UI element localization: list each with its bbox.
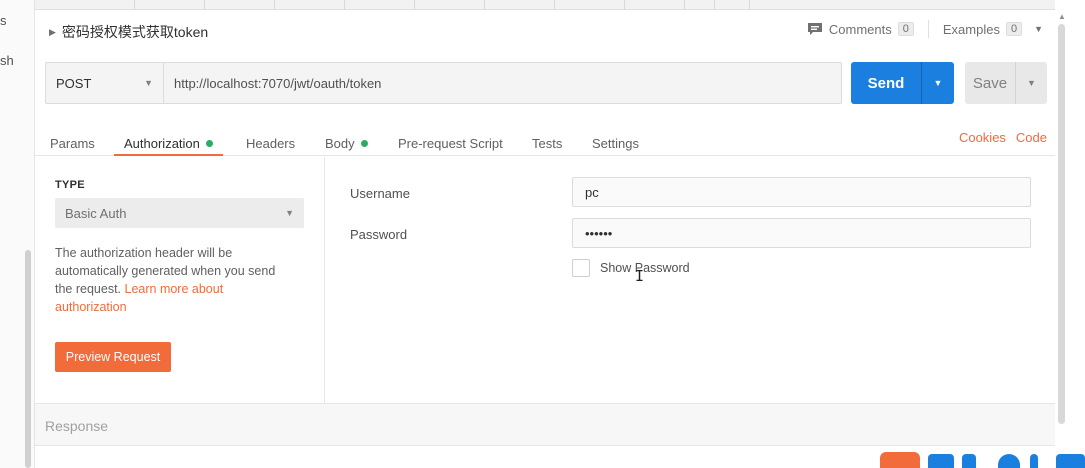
header-actions: Comments 0 Examples 0 ▼ [807,20,1043,38]
tab-links: Cookies Code [959,130,1047,145]
request-name: 密码授权模式获取token [61,24,209,40]
chevron-down-icon[interactable]: ▼ [1034,24,1043,34]
request-tab[interactable] [715,0,750,10]
send-label[interactable]: Send [851,62,921,104]
brand-logo-icon [880,452,920,468]
watermark-glyph-icon [1030,454,1038,468]
url-bar: POST ▼ [45,62,842,104]
tab-label: Authorization [124,135,200,151]
tab-authorization[interactable]: Authorization [114,130,223,156]
header-divider [927,20,929,38]
watermark-glyph-icon [962,454,976,468]
overlay-watermark [880,452,1085,468]
request-tab[interactable] [345,0,415,10]
tab-label: Params [50,135,95,151]
cookies-link[interactable]: Cookies [959,130,1006,145]
request-tab[interactable] [65,0,135,10]
username-field[interactable] [572,177,1031,207]
comment-icon[interactable] [807,22,823,36]
auth-description: The authorization header will be automat… [55,244,295,316]
tab-body[interactable]: Body [325,130,368,156]
save-label[interactable]: Save [965,62,1015,104]
request-tab[interactable] [205,0,275,10]
auth-credentials-panel: Username Password Show Password I [326,157,1055,403]
sidebar-text-fragment: sh [0,53,14,68]
url-input[interactable] [164,63,841,103]
request-tab[interactable] [275,0,345,10]
request-tab-strip [35,0,1055,10]
auth-type-select[interactable]: Basic Auth ▼ [55,198,304,228]
password-label: Password [350,227,408,242]
request-tab[interactable] [415,0,485,10]
watermark-glyph-icon [998,454,1020,468]
sidebar-scrollbar[interactable] [25,250,31,468]
tab-pre-request-script[interactable]: Pre-request Script [398,130,503,156]
request-title[interactable]: ▶ 密码授权模式获取token [49,22,208,42]
status-dot-icon [360,139,368,147]
request-tab[interactable] [135,0,205,10]
response-label: Response [45,418,109,434]
text-cursor-icon: I [635,267,645,285]
chevron-down-icon[interactable]: ▼ [1015,62,1047,104]
comments-label[interactable]: Comments [829,22,892,37]
show-password-option[interactable]: Show Password [572,259,690,277]
comments-count-badge: 0 [897,22,914,36]
username-label: Username [350,186,410,201]
save-button[interactable]: Save ▼ [965,62,1047,104]
request-tab[interactable] [625,0,685,10]
request-panel: ▶ 密码授权模式获取token Comments 0 Examples 0 ▼ … [35,0,1085,468]
preview-request-button[interactable]: Preview Request [55,342,171,372]
auth-type-label: TYPE [55,179,85,191]
code-link[interactable]: Code [1016,130,1047,145]
chevron-down-icon: ▼ [285,208,294,218]
password-field[interactable] [572,218,1031,248]
watermark-glyph-icon [1056,454,1085,468]
tab-settings[interactable]: Settings [592,130,639,156]
auth-type-value: Basic Auth [65,205,127,221]
tab-headers[interactable]: Headers [246,130,295,156]
show-password-label[interactable]: Show Password [600,261,690,275]
main-scrollbar[interactable]: ▲ [1056,0,1085,468]
method-value: POST [56,75,92,91]
chevron-down-icon: ▼ [144,78,153,88]
collections-sidebar: s sh [0,0,35,468]
tab-label: Settings [592,135,639,151]
show-password-checkbox[interactable] [572,259,590,277]
watermark-glyph-icon [928,454,954,468]
tab-tests[interactable]: Tests [532,130,562,156]
send-button[interactable]: Send ▼ [851,62,954,104]
response-panel: Response [35,403,1055,446]
request-tab[interactable] [485,0,555,10]
chevron-down-icon[interactable]: ▼ [921,62,954,104]
tab-label: Tests [532,135,563,151]
auth-type-panel: TYPE Basic Auth ▼ The authorization head… [35,157,325,403]
tab-label: Body [325,135,355,151]
scroll-up-icon[interactable]: ▲ [1058,12,1066,21]
scrollbar-thumb[interactable] [1058,24,1065,424]
request-header: ▶ 密码授权模式获取token Comments 0 Examples 0 ▼ [35,10,1055,50]
request-config-tabs: Params Authorization Headers Body Pre-re… [35,122,1055,156]
request-tab[interactable] [555,0,625,10]
tab-label: Pre-request Script [398,135,503,151]
request-tab[interactable] [685,0,715,10]
sidebar-text-fragment: s [0,13,7,28]
status-dot-icon [205,139,213,147]
examples-count-badge: 0 [1005,22,1023,36]
expand-caret-icon[interactable]: ▶ [49,27,56,38]
examples-label[interactable]: Examples [943,22,1000,37]
tab-params[interactable]: Params [50,130,95,156]
method-select[interactable]: POST ▼ [46,63,164,103]
tab-label: Headers [246,135,296,151]
